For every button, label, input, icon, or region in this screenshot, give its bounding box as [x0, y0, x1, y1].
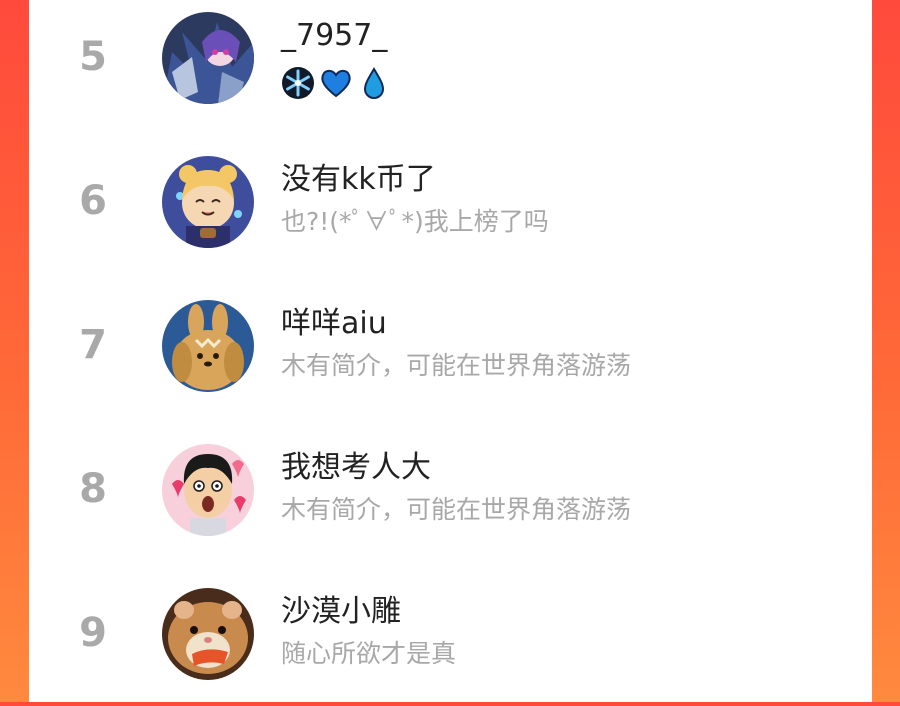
user-bio: 也?!(*ﾟ∀ﾟ*)我上榜了吗	[281, 207, 549, 236]
username[interactable]: _7957_	[281, 16, 387, 56]
leaderboard-row-7[interactable]: 7 咩咩aiu 木有简介，可能在世界角落游荡	[29, 298, 872, 418]
avatar[interactable]	[162, 444, 254, 536]
leaderboard-row-8[interactable]: 8 我想考人大 木有简介，可能在世界角落游荡	[29, 442, 872, 562]
username[interactable]: 咩咩aiu	[281, 304, 387, 344]
leaderboard-row-5[interactable]: 5 _7957_	[29, 10, 872, 130]
avatar[interactable]	[162, 588, 254, 680]
rank-number: 9	[79, 610, 107, 656]
avatar[interactable]	[162, 12, 254, 104]
badge-list	[281, 66, 391, 100]
water-drop-icon	[363, 67, 385, 99]
rank-number: 6	[79, 178, 107, 224]
user-bio: 木有简介，可能在世界角落游荡	[281, 351, 632, 380]
leaderboard-row-9[interactable]: 9 沙漠小雕 随心所欲才是真	[29, 586, 872, 706]
user-bio: 木有简介，可能在世界角落游荡	[281, 495, 632, 524]
rank-number: 8	[79, 466, 107, 512]
leaderboard-row-6[interactable]: 6 没有kk币了 也?!(*ﾟ∀ﾟ*)我上榜了吗	[29, 154, 872, 274]
heart-icon	[321, 69, 351, 98]
username[interactable]: 沙漠小雕	[281, 592, 401, 632]
rank-number: 7	[79, 322, 107, 368]
username[interactable]: 我想考人大	[281, 448, 431, 488]
user-bio: 随心所欲才是真	[281, 639, 457, 668]
username[interactable]: 没有kk币了	[281, 160, 436, 200]
rank-number: 5	[79, 34, 107, 80]
leaderboard-panel: 5 _7957_ 6 没有kk币了 也?!(*ﾟ∀ﾟ*)我上榜了吗 7 咩咩ai…	[29, 0, 872, 702]
snowflake-icon	[282, 67, 314, 99]
avatar[interactable]	[162, 156, 254, 248]
avatar[interactable]	[162, 300, 254, 392]
